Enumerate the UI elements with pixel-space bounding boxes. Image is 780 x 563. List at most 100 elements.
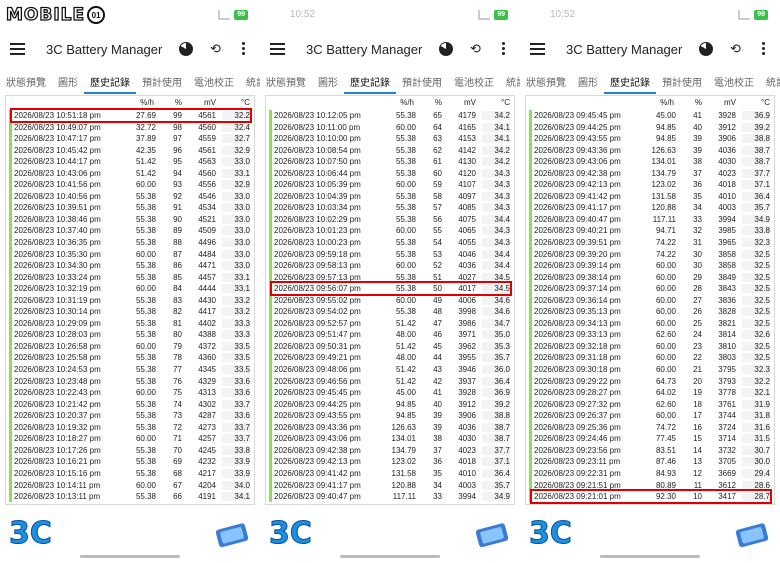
table-row[interactable]: 2026/08/23 10:44:17 pm 51.42 95 4563 33.0: [14, 156, 252, 168]
table-row[interactable]: 2026/08/23 09:24:46 pm 77.45 15 3714 31.5: [534, 433, 772, 445]
table-row[interactable]: 2026/08/23 10:39:51 pm 55.38 91 4534 33.0: [14, 202, 252, 214]
table-row[interactable]: 2026/08/23 09:21:01 pm 92.30 10 3417 28.7: [534, 491, 772, 503]
table-row[interactable]: 2026/08/23 09:43:36 pm 126.63 39 4036 38.7: [534, 145, 772, 157]
table-row[interactable]: 2026/08/23 10:35:30 pm 60.00 87 4484 33.0: [14, 249, 252, 261]
menu-icon[interactable]: [530, 43, 545, 55]
table-row[interactable]: 2026/08/23 09:56:07 pm 55.38 50 4017 34.5: [274, 283, 512, 295]
table-row[interactable]: 2026/08/23 09:41:42 pm 131.58 35 4010 36.4: [274, 468, 512, 480]
table-row[interactable]: 2026/08/23 10:10:00 pm 55.38 63 4153 34.1: [274, 133, 512, 145]
table-row[interactable]: 2026/08/23 09:39:51 pm 74.22 31 3965 32.3: [534, 237, 772, 249]
table-row[interactable]: 2026/08/23 10:45:42 pm 42.35 96 4561 32.9: [14, 145, 252, 157]
table-row[interactable]: 2026/08/23 10:17:26 pm 55.38 70 4245 33.8: [14, 445, 252, 457]
table-row[interactable]: 2026/08/23 10:05:39 pm 60.00 59 4107 34.3: [274, 179, 512, 191]
table-row[interactable]: 2026/08/23 10:12:05 pm 55.38 65 4179 34.2: [274, 110, 512, 122]
table-row[interactable]: 2026/08/23 09:41:17 pm 120.88 34 4003 35.7: [274, 480, 512, 492]
overflow-menu-icon[interactable]: [762, 42, 766, 57]
table-row[interactable]: 2026/08/23 09:31:18 pm 60.00 22 3803 32.5: [534, 352, 772, 364]
table-row[interactable]: 2026/08/23 09:57:13 pm 55.38 51 4027 34.5: [274, 272, 512, 284]
table-row[interactable]: 2026/08/23 09:46:56 pm 51.42 42 3937 36.4: [274, 376, 512, 388]
table-row[interactable]: 2026/08/23 09:40:21 pm 94.71 32 3985 33.8: [534, 225, 772, 237]
table-row[interactable]: 2026/08/23 09:42:38 pm 134.79 37 4023 37.7: [274, 445, 512, 457]
table-row[interactable]: 2026/08/23 09:29:22 pm 64.73 20 3793 32.2: [534, 376, 772, 388]
table-row[interactable]: 2026/08/23 09:37:14 pm 60.00 28 3843 32.5: [534, 283, 772, 295]
tab-2[interactable]: 歷史記錄: [604, 72, 656, 94]
tab-5[interactable]: 統計: [240, 72, 260, 92]
tab-1[interactable]: 圖形: [312, 72, 344, 92]
tab-3[interactable]: 預計使用: [396, 72, 448, 92]
tab-2[interactable]: 歷史記錄: [84, 72, 136, 94]
table-row[interactable]: 2026/08/23 09:51:47 pm 48.00 46 3971 35.0: [274, 329, 512, 341]
table-row[interactable]: 2026/08/23 09:43:55 pm 94.85 39 3906 38.8: [534, 133, 772, 145]
pie-chart-icon[interactable]: [179, 42, 193, 56]
table-row[interactable]: 2026/08/23 10:07:50 pm 55.38 61 4130 34.2: [274, 156, 512, 168]
menu-icon[interactable]: [270, 43, 285, 55]
table-row[interactable]: 2026/08/23 09:28:27 pm 64.02 19 3778 32.1: [534, 387, 772, 399]
table-row[interactable]: 2026/08/23 10:37:40 pm 55.38 89 4509 33.0: [14, 225, 252, 237]
table-row[interactable]: 2026/08/23 10:26:58 pm 60.00 79 4372 33.5: [14, 341, 252, 353]
tab-5[interactable]: 統計: [500, 72, 520, 92]
tab-3[interactable]: 預計使用: [136, 72, 188, 92]
table-row[interactable]: 2026/08/23 09:43:06 pm 134.01 38 4030 38.7: [534, 156, 772, 168]
table-row[interactable]: 2026/08/23 10:04:39 pm 55.38 58 4097 34.3: [274, 191, 512, 203]
tab-0[interactable]: 狀態預覽: [260, 72, 312, 92]
table-row[interactable]: 2026/08/23 10:34:30 pm 55.38 86 4471 33.0: [14, 260, 252, 272]
table-row[interactable]: 2026/08/23 10:36:35 pm 55.38 88 4496 33.0: [14, 237, 252, 249]
table-row[interactable]: 2026/08/23 09:39:14 pm 60.00 30 3858 32.5: [534, 260, 772, 272]
table-row[interactable]: 2026/08/23 09:32:18 pm 60.00 23 3810 32.5: [534, 341, 772, 353]
table-row[interactable]: 2026/08/23 09:30:18 pm 60.00 21 3795 32.3: [534, 364, 772, 376]
table-row[interactable]: 2026/08/23 10:33:24 pm 55.38 85 4457 33.1: [14, 272, 252, 284]
table-row[interactable]: 2026/08/23 09:42:38 pm 134.79 37 4023 37.7: [534, 168, 772, 180]
table-row[interactable]: 2026/08/23 10:19:32 pm 55.38 72 4273 33.7: [14, 422, 252, 434]
table-row[interactable]: 2026/08/23 10:08:54 pm 55.38 62 4142 34.2: [274, 145, 512, 157]
table-row[interactable]: 2026/08/23 09:45:45 pm 45.00 41 3928 36.9: [274, 387, 512, 399]
table-row[interactable]: 2026/08/23 10:40:56 pm 55.38 92 4546 33.0: [14, 191, 252, 203]
table-row[interactable]: 2026/08/23 10:25:58 pm 55.38 78 4360 33.5: [14, 352, 252, 364]
tab-0[interactable]: 狀態預覽: [0, 72, 52, 92]
table-row[interactable]: 2026/08/23 09:45:45 pm 45.00 41 3928 36.9: [534, 110, 772, 122]
sync-icon[interactable]: ⟲: [730, 42, 741, 56]
table-row[interactable]: 2026/08/23 09:44:25 pm 94.85 40 3912 39.2: [534, 122, 772, 134]
home-indicator[interactable]: [80, 555, 180, 558]
table-row[interactable]: 2026/08/23 10:38:46 pm 55.38 90 4521 33.0: [14, 214, 252, 226]
table-row[interactable]: 2026/08/23 10:01:23 pm 60.00 55 4065 34.3: [274, 225, 512, 237]
tab-4[interactable]: 電池校正: [708, 72, 760, 92]
table-row[interactable]: 2026/08/23 09:41:17 pm 120.88 34 4003 35.7: [534, 202, 772, 214]
table-row[interactable]: 2026/08/23 10:15:16 pm 55.38 68 4217 33.9: [14, 468, 252, 480]
tab-4[interactable]: 電池校正: [448, 72, 500, 92]
table-row[interactable]: 2026/08/23 09:59:18 pm 55.38 53 4046 34.4: [274, 249, 512, 261]
tab-4[interactable]: 電池校正: [188, 72, 240, 92]
table-row[interactable]: 2026/08/23 10:11:00 pm 60.00 64 4165 34.1: [274, 122, 512, 134]
tab-1[interactable]: 圖形: [572, 72, 604, 92]
table-row[interactable]: 2026/08/23 10:22:43 pm 60.00 75 4313 33.6: [14, 387, 252, 399]
history-list[interactable]: 2026/08/23 10:51:18 pm 27.69 99 4561 32.2 202…: [14, 110, 252, 503]
table-row[interactable]: 2026/08/23 10:41:56 pm 60.00 93 4556 32.9: [14, 179, 252, 191]
table-row[interactable]: 2026/08/23 09:21:51 pm 80.89 11 3612 28.6: [534, 480, 772, 492]
table-row[interactable]: 2026/08/23 10:00:23 pm 55.38 54 4055 34.3: [274, 237, 512, 249]
table-row[interactable]: 2026/08/23 10:14:11 pm 60.00 67 4204 34.0: [14, 480, 252, 492]
table-row[interactable]: 2026/08/23 10:51:18 pm 27.69 99 4561 32.2: [14, 110, 252, 122]
table-row[interactable]: 2026/08/23 10:49:07 pm 32.72 98 4560 32.4: [14, 122, 252, 134]
table-row[interactable]: 2026/08/23 09:52:57 pm 51.42 47 3986 34.7: [274, 318, 512, 330]
table-row[interactable]: 2026/08/23 10:21:42 pm 55.38 74 4302 33.7: [14, 399, 252, 411]
table-row[interactable]: 2026/08/23 09:41:42 pm 131.58 35 4010 36.4: [534, 191, 772, 203]
table-row[interactable]: 2026/08/23 10:18:27 pm 60.00 71 4257 33.7: [14, 433, 252, 445]
table-row[interactable]: 2026/08/23 10:03:34 pm 55.38 57 4085 34.3: [274, 202, 512, 214]
table-row[interactable]: 2026/08/23 09:54:02 pm 55.38 48 3998 34.6: [274, 306, 512, 318]
table-row[interactable]: 2026/08/23 09:40:47 pm 117.11 33 3994 34.9: [274, 491, 512, 503]
table-row[interactable]: 2026/08/23 09:43:06 pm 134.01 38 4030 38.7: [274, 433, 512, 445]
table-row[interactable]: 2026/08/23 09:23:56 pm 83.51 14 3732 30.7: [534, 445, 772, 457]
sync-icon[interactable]: ⟲: [210, 42, 221, 56]
table-row[interactable]: 2026/08/23 09:33:13 pm 62.60 24 3814 32.6: [534, 329, 772, 341]
table-row[interactable]: 2026/08/23 10:13:11 pm 55.38 66 4191 34.1: [14, 491, 252, 503]
history-list[interactable]: 2026/08/23 09:45:45 pm 45.00 41 3928 36.9 202…: [534, 110, 772, 503]
tab-0[interactable]: 狀態預覽: [520, 72, 572, 92]
table-row[interactable]: 2026/08/23 10:16:21 pm 55.38 69 4232 33.9: [14, 456, 252, 468]
table-row[interactable]: 2026/08/23 10:29:09 pm 55.38 81 4402 33.3: [14, 318, 252, 330]
table-row[interactable]: 2026/08/23 09:23:11 pm 87.46 13 3705 30.0: [534, 456, 772, 468]
history-list[interactable]: 2026/08/23 10:12:05 pm 55.38 65 4179 34.2 202…: [274, 110, 512, 503]
table-row[interactable]: 2026/08/23 09:40:47 pm 117.11 33 3994 34.9: [534, 214, 772, 226]
overflow-menu-icon[interactable]: [242, 42, 246, 57]
sync-icon[interactable]: ⟲: [470, 42, 481, 56]
table-row[interactable]: 2026/08/23 09:39:20 pm 74.22 30 3858 32.5: [534, 249, 772, 261]
table-row[interactable]: 2026/08/23 10:47:17 pm 37.89 97 4559 32.7: [14, 133, 252, 145]
